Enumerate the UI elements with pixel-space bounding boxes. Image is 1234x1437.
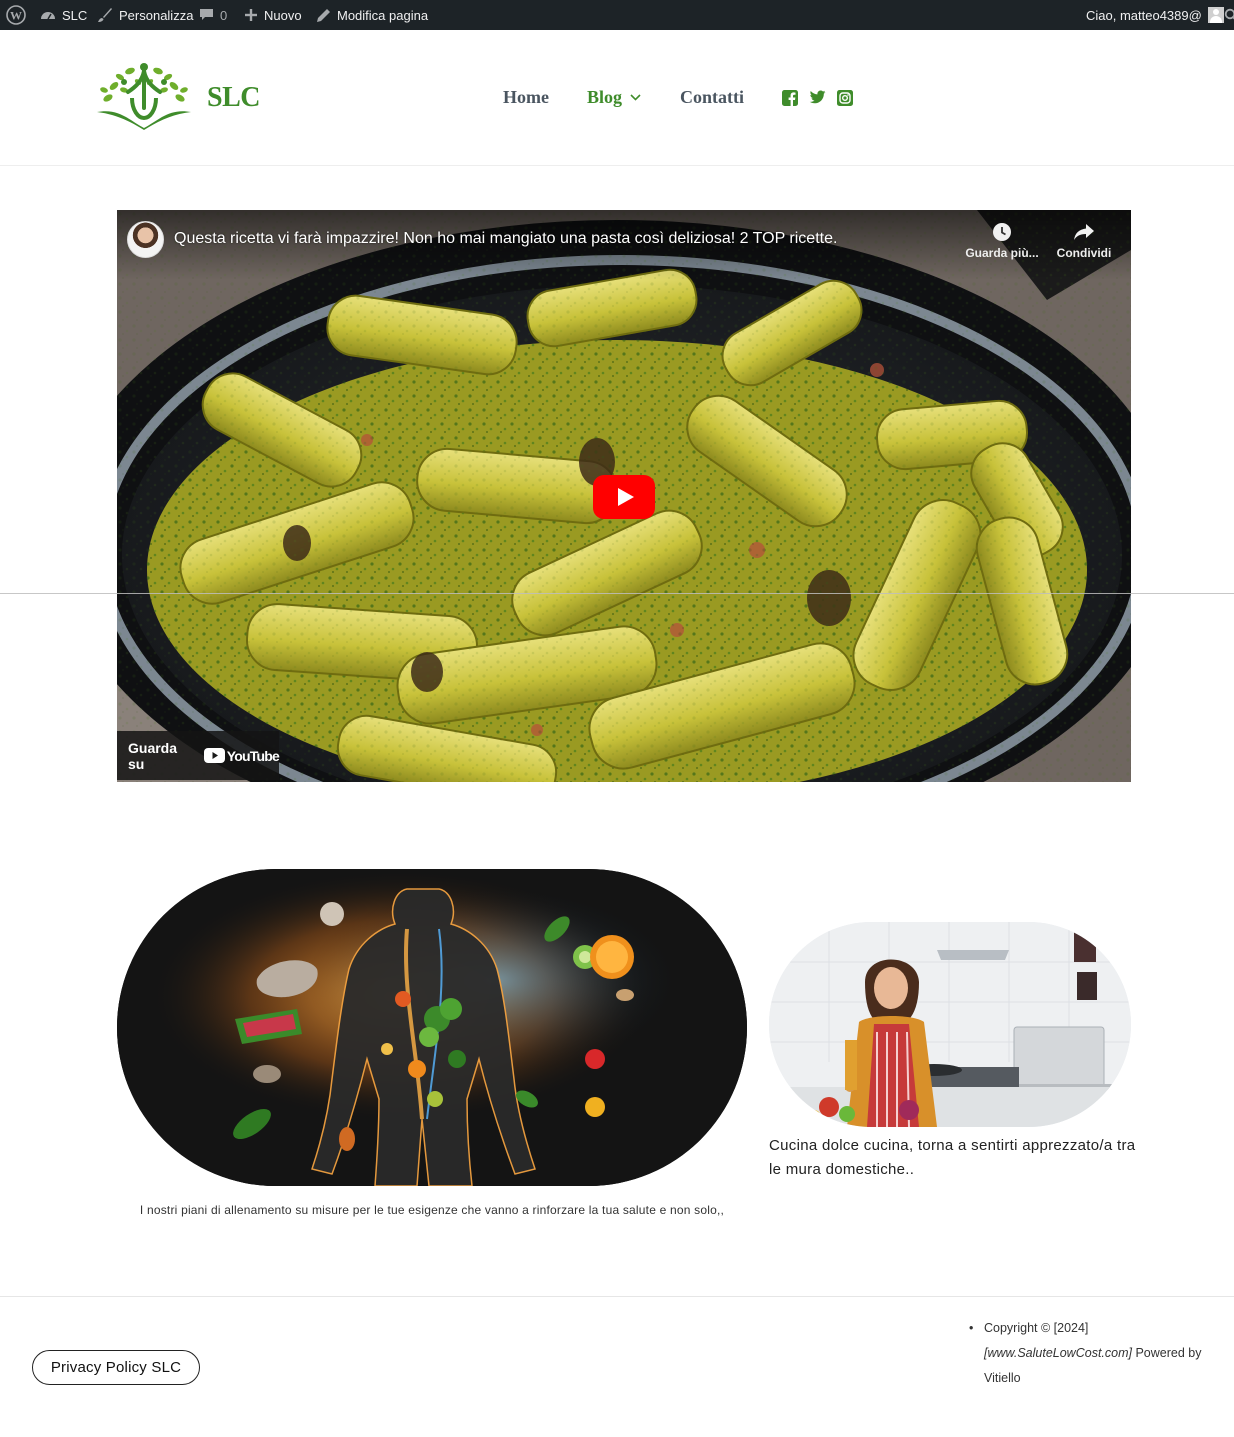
copyright-notice: • Copyright © [2024] [www.SaluteLowCost.… (969, 1316, 1219, 1391)
pencil-icon (317, 8, 330, 22)
admin-comments-link[interactable]: 0 (199, 0, 227, 30)
footer-divider (0, 1296, 1234, 1297)
admin-new-label: Nuovo (264, 7, 302, 23)
instagram-icon[interactable] (837, 90, 853, 107)
admin-customize-link[interactable]: Personalizza (97, 0, 193, 30)
nav-contact[interactable]: Contatti (680, 87, 744, 108)
chevron-down-icon (630, 94, 641, 101)
site-title[interactable]: SLC (207, 82, 260, 114)
cooking-caption: Cucina dolce cucina, torna a sentirti ap… (769, 1137, 1136, 1178)
watch-on-label: Guarda su (128, 739, 178, 772)
admin-search-icon[interactable] (1224, 0, 1234, 30)
copyright-site[interactable]: [www.SaluteLowCost.com] (984, 1346, 1132, 1360)
tree-logo-icon (97, 63, 191, 130)
admin-new-link[interactable]: Nuovo (244, 0, 302, 30)
bullet-icon: • (969, 1321, 974, 1335)
admin-site-link[interactable]: SLC (40, 0, 87, 30)
watch-on-youtube-link[interactable]: Guarda su YouTube (117, 731, 280, 780)
cooking-image (769, 922, 1131, 1127)
clock-icon (993, 223, 1011, 241)
admin-customize-label: Personalizza (119, 7, 194, 23)
plus-icon (245, 9, 257, 21)
admin-bar: W SLC Personalizza 0 Nuovo Modifica pagi… (0, 0, 1234, 30)
admin-edit-page-link[interactable]: Modifica pagina (316, 0, 428, 30)
youtube-wordmark: YouTube (226, 747, 280, 764)
woman-cooking-photo (769, 922, 1131, 1127)
horizontal-divider (0, 593, 1234, 594)
share-arrow-icon (1074, 224, 1094, 240)
play-button[interactable] (593, 475, 655, 519)
admin-greeting: Ciao, matteo4389@ (1086, 7, 1202, 23)
admin-edit-page-label: Modifica pagina (337, 7, 429, 23)
dashboard-icon (41, 12, 55, 20)
youtube-play-icon (593, 475, 655, 519)
site-header: SLC Home Blog Contatti (0, 30, 1234, 166)
channel-avatar[interactable] (127, 221, 164, 258)
nav-home[interactable]: Home (503, 87, 549, 108)
youtube-video-embed[interactable]: Questa ricetta vi farà impazzire! Non ho… (117, 210, 1131, 782)
comment-icon (200, 9, 213, 20)
watch-later-label: Guarda più... (965, 246, 1039, 260)
wordpress-logo-icon[interactable]: W (6, 0, 26, 30)
youtube-logo: YouTube (203, 747, 280, 764)
watch-later-button[interactable]: Guarda più... (962, 222, 1042, 260)
admin-account-link[interactable]: Ciao, matteo4389@ (1086, 0, 1224, 30)
nav-blog-label: Blog (587, 87, 623, 107)
share-label: Condividi (1056, 246, 1112, 260)
admin-comments-count: 0 (220, 7, 228, 23)
nav-blog[interactable]: Blog (587, 87, 641, 108)
twitter-icon[interactable] (809, 90, 826, 107)
site-logo[interactable] (94, 62, 194, 130)
copyright-prefix: Copyright © [2024] (984, 1321, 1089, 1335)
admin-site-name: SLC (62, 7, 88, 23)
svg-text:W: W (10, 9, 22, 23)
training-plans-caption: I nostri piani di allenamento su misure … (139, 1203, 725, 1217)
avatar (1207, 7, 1224, 23)
privacy-policy-button[interactable]: Privacy Policy SLC (32, 1350, 200, 1385)
video-title[interactable]: Questa ricetta vi farà impazzire! Non ho… (174, 230, 837, 248)
brush-icon (98, 8, 112, 22)
training-plans-image (117, 869, 747, 1186)
youtube-logo-icon (203, 748, 225, 763)
share-button[interactable]: Condividi (1044, 222, 1124, 260)
human-body-food-illustration (117, 869, 747, 1186)
facebook-icon[interactable] (782, 90, 798, 107)
